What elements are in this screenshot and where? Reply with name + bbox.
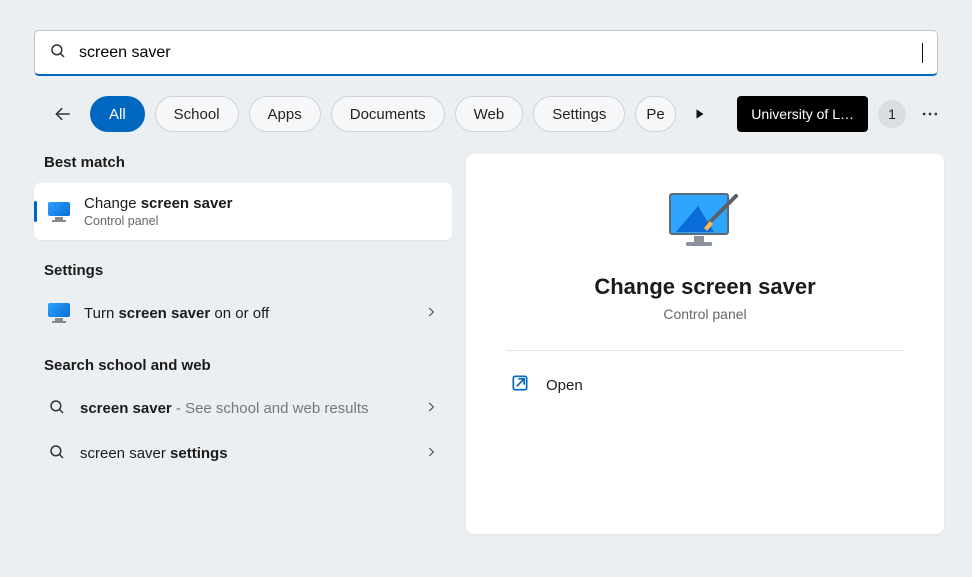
filter-pill-people[interactable]: Pe	[635, 96, 675, 132]
detail-subtitle: Control panel	[506, 306, 904, 322]
open-in-new-icon	[510, 373, 530, 397]
search-icon	[48, 443, 66, 464]
filter-pill-documents[interactable]: Documents	[331, 96, 445, 132]
org-scope-tag[interactable]: University of L…	[737, 96, 868, 132]
best-match-subtitle: Control panel	[84, 214, 232, 228]
back-button[interactable]	[46, 97, 80, 131]
section-school-web: Search school and web	[44, 357, 452, 374]
open-label: Open	[546, 377, 583, 394]
filters-next-button[interactable]	[686, 100, 714, 128]
monitor-icon	[48, 303, 70, 323]
search-bar	[34, 30, 938, 76]
search-icon	[48, 398, 66, 419]
filter-pill-school[interactable]: School	[155, 96, 239, 132]
monitor-icon	[48, 202, 70, 222]
chevron-right-icon	[424, 445, 438, 462]
detail-title: Change screen saver	[506, 274, 904, 300]
chevron-right-icon	[424, 305, 438, 322]
chevron-right-icon	[424, 400, 438, 417]
org-count-badge[interactable]: 1	[878, 100, 906, 128]
best-match-result[interactable]: Change screen saver Control panel	[34, 183, 452, 240]
section-settings: Settings	[44, 262, 452, 279]
section-best-match: Best match	[44, 154, 452, 171]
search-icon	[49, 42, 67, 63]
filter-row: All School Apps Documents Web Settings P…	[46, 96, 944, 132]
setting-label: Turn screen saver on or off	[84, 305, 424, 322]
search-input[interactable]	[67, 44, 923, 62]
filter-pill-all[interactable]: All	[90, 96, 145, 132]
results-list: Best match Change screen saver Control p…	[34, 154, 452, 534]
search-input-wrapper[interactable]	[34, 30, 938, 76]
web-result-label: screen saver - See school and web result…	[80, 400, 424, 417]
detail-panel: Change screen saver Control panel Open	[466, 154, 944, 534]
text-caret	[922, 43, 923, 63]
more-options-button[interactable]	[916, 104, 944, 124]
best-match-title: Change screen saver	[84, 195, 232, 212]
results-area: Best match Change screen saver Control p…	[34, 154, 944, 534]
detail-hero-icon	[506, 188, 904, 260]
web-result-screen-saver-settings[interactable]: screen saver settings	[34, 431, 452, 476]
filter-pill-apps[interactable]: Apps	[249, 96, 321, 132]
filter-pill-web[interactable]: Web	[455, 96, 524, 132]
filter-pill-settings[interactable]: Settings	[533, 96, 625, 132]
windows-search-panel: All School Apps Documents Web Settings P…	[0, 0, 972, 534]
web-result-label: screen saver settings	[80, 445, 424, 462]
setting-turn-screen-saver[interactable]: Turn screen saver on or off	[34, 291, 452, 335]
web-result-screen-saver[interactable]: screen saver - See school and web result…	[34, 386, 452, 431]
open-action[interactable]: Open	[506, 351, 904, 419]
